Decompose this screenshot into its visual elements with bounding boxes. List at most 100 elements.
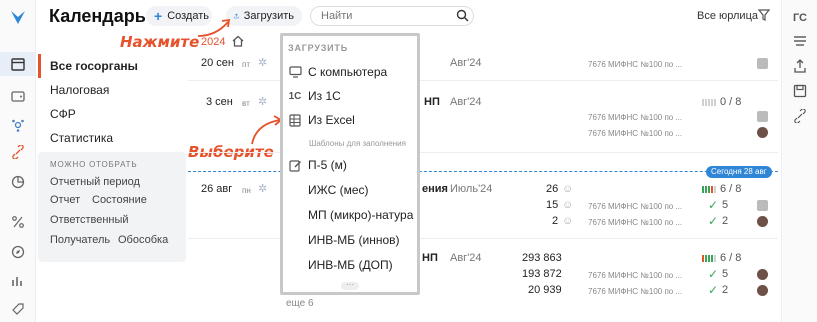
avatar[interactable] xyxy=(757,58,768,69)
excel-icon xyxy=(283,113,307,127)
sidebar-item-all[interactable]: Все госорганы xyxy=(38,54,186,78)
report-period: Авг'24 xyxy=(450,57,482,69)
user-initials-icon[interactable]: ГС xyxy=(792,10,808,26)
filter-caption: МОЖНО ОТОБРАТЬ xyxy=(50,160,138,169)
upload-button[interactable]: Загрузить xyxy=(226,6,302,26)
tag-icon[interactable] xyxy=(9,300,27,318)
date-weekday: пн xyxy=(242,186,251,195)
done-count: 2 xyxy=(722,284,729,296)
calendar-icon[interactable] xyxy=(9,55,27,73)
percent-icon[interactable] xyxy=(9,213,27,231)
date-day: 20 сен xyxy=(201,57,234,69)
menu-item-template-mp[interactable]: МП (микро)-натура xyxy=(283,203,417,227)
org-icon: ✲ xyxy=(258,183,268,195)
hint-click-label: Нажмите xyxy=(120,33,200,51)
menu-item-template-inv-innov[interactable]: ИНВ-МБ (иннов) xyxy=(283,228,417,252)
save-icon[interactable] xyxy=(792,83,808,99)
filter-icon[interactable] xyxy=(758,9,770,21)
filter-report[interactable]: Отчет xyxy=(50,194,80,206)
progress-bars xyxy=(702,255,716,262)
avatar[interactable] xyxy=(757,285,768,296)
left-rail xyxy=(0,0,36,322)
progress-count: 0 / 8 xyxy=(720,96,742,108)
menu-item-from-excel[interactable]: Из Excel xyxy=(283,108,417,132)
menu-item-from-1c[interactable]: 1С Из 1С xyxy=(283,84,417,108)
compass-icon[interactable] xyxy=(9,243,27,261)
search-input[interactable] xyxy=(310,6,474,26)
upload-label: Загрузить xyxy=(243,10,294,22)
recipient-label: 7676 МИФНС №100 по ... xyxy=(588,60,683,69)
recipient-label: 7676 МИФНС №100 по ... xyxy=(588,202,683,211)
menu-item-template-inv-dop[interactable]: ИНВ-МБ (ДОП) xyxy=(283,253,417,277)
row-separator xyxy=(188,80,778,81)
link-icon[interactable] xyxy=(9,143,27,161)
report-name-tail[interactable]: ения xyxy=(422,183,448,195)
avatar[interactable] xyxy=(757,216,768,227)
filter-recipient[interactable]: Получатель xyxy=(50,234,110,246)
menu-item-label: Из 1С xyxy=(308,89,341,103)
sidebar-item-sfr[interactable]: СФР xyxy=(38,102,186,126)
check-icon: ✓ xyxy=(708,283,719,297)
today-marker-line xyxy=(188,171,778,172)
filter-state[interactable]: Состояние xyxy=(92,194,147,206)
progress-bars xyxy=(702,186,716,193)
row-separator xyxy=(188,238,778,239)
people-icon: ☺ xyxy=(562,183,574,195)
show-more-link[interactable]: еще 6 xyxy=(286,298,314,309)
filter-period[interactable]: Отчетный период xyxy=(50,176,140,188)
breadcrumb-year[interactable]: 2024 xyxy=(201,36,225,48)
report-name-tail[interactable]: НП xyxy=(424,96,440,108)
amount: 20 939 xyxy=(528,284,562,296)
report-period: Июль'24 xyxy=(450,183,493,195)
plus-icon: + xyxy=(154,8,163,24)
list-icon[interactable] xyxy=(792,33,808,49)
home-icon[interactable] xyxy=(232,35,244,47)
menu-item-label: ИНВ-МБ (ДОП) xyxy=(308,258,393,272)
search-icon[interactable] xyxy=(456,9,469,22)
templates-caption: Шаблоны для заполнения xyxy=(309,139,406,148)
app-logo-icon[interactable] xyxy=(9,8,27,26)
edit-form-icon xyxy=(283,159,307,172)
network-icon[interactable] xyxy=(9,116,27,134)
wallet-icon[interactable] xyxy=(9,87,27,105)
report-name-tail[interactable]: НП xyxy=(422,252,438,264)
menu-item-label: ИНВ-МБ (иннов) xyxy=(308,233,400,247)
check-icon: ✓ xyxy=(708,198,719,212)
report-period: Авг'24 xyxy=(450,96,482,108)
date-weekday: пт xyxy=(242,60,250,69)
employee-count: 2 xyxy=(552,215,559,227)
menu-item-from-computer[interactable]: С компьютера xyxy=(283,60,417,84)
export-icon[interactable] xyxy=(792,58,808,74)
date-day: 26 авг xyxy=(201,183,233,195)
page-title: Календарь xyxy=(49,6,146,26)
sidebar-nav: Все госорганы Налоговая СФР Статистика xyxy=(38,54,186,150)
done-count: 2 xyxy=(722,215,729,227)
bar-chart-icon[interactable] xyxy=(9,272,27,290)
right-rail: ГС xyxy=(781,0,817,322)
legal-entity-selector[interactable]: Все юрлица xyxy=(697,10,758,22)
link-icon[interactable] xyxy=(792,108,808,124)
menu-item-label: Из Excel xyxy=(308,113,355,127)
avatar[interactable] xyxy=(757,200,768,211)
1c-icon: 1С xyxy=(288,90,302,102)
done-count: 5 xyxy=(722,199,729,211)
monitor-icon xyxy=(283,66,307,78)
pie-chart-icon[interactable] xyxy=(9,173,27,191)
filter-panel: МОЖНО ОТОБРАТЬ Отчетный период Отчет Сос… xyxy=(38,152,186,262)
menu-item-template-izhs[interactable]: ИЖС (мес) xyxy=(283,178,417,202)
filter-branch[interactable]: Обособка xyxy=(118,234,168,246)
check-icon: ✓ xyxy=(708,267,719,281)
employee-count: 15 xyxy=(546,199,559,211)
date-weekday: вт xyxy=(242,99,250,108)
avatar[interactable] xyxy=(757,269,768,280)
filter-responsible[interactable]: Ответственный xyxy=(50,214,129,226)
sidebar-item-tax[interactable]: Налоговая xyxy=(38,78,186,102)
avatar[interactable] xyxy=(757,127,768,138)
more-dots-icon[interactable]: ··· xyxy=(341,281,359,290)
sidebar-item-statistics[interactable]: Статистика xyxy=(38,126,186,150)
recipient-label: 7676 МИФНС №100 по ... xyxy=(588,129,683,138)
menu-item-template-p5[interactable]: П-5 (м) xyxy=(283,153,417,177)
row-separator xyxy=(188,152,778,153)
progress-count: 6 / 8 xyxy=(720,183,742,195)
avatar[interactable] xyxy=(757,111,768,122)
